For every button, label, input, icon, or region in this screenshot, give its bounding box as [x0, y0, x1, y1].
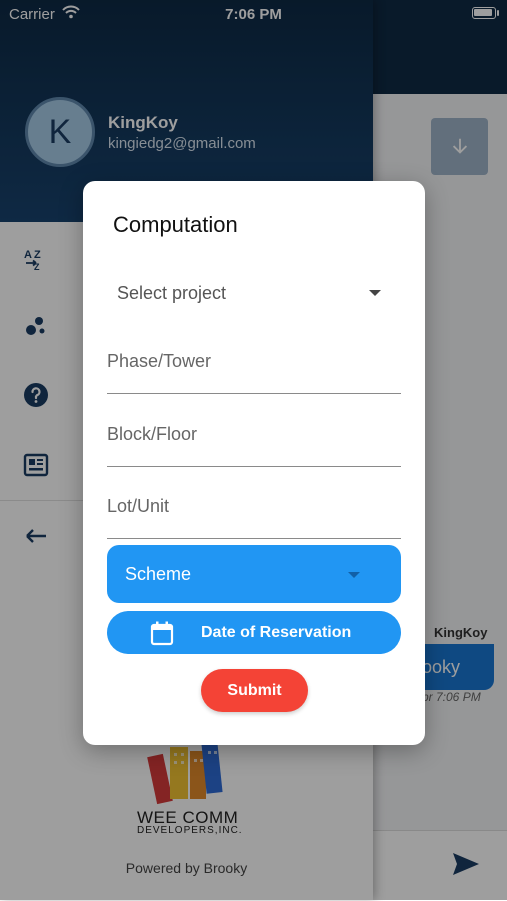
lot-unit-input[interactable] — [107, 496, 401, 517]
block-floor-field[interactable] — [107, 416, 401, 467]
chevron-down-icon — [348, 572, 360, 578]
calendar-icon — [150, 621, 174, 646]
scheme-dropdown[interactable]: Scheme — [107, 545, 401, 603]
dialog-title: Computation — [113, 212, 238, 237]
submit-button[interactable]: Submit — [201, 669, 308, 712]
date-of-reservation-label: Date of Reservation — [201, 624, 352, 641]
phase-tower-field[interactable] — [107, 343, 401, 394]
block-floor-input[interactable] — [107, 424, 401, 445]
project-select-value: Select project — [117, 283, 227, 303]
phase-tower-input[interactable] — [107, 351, 401, 372]
computation-dialog: Computation Select project Scheme Date o… — [83, 181, 425, 745]
lot-unit-field[interactable] — [107, 488, 401, 539]
scheme-label: Scheme — [125, 564, 192, 584]
date-of-reservation-button[interactable]: Date of Reservation — [107, 611, 401, 654]
chevron-down-icon — [369, 290, 381, 296]
